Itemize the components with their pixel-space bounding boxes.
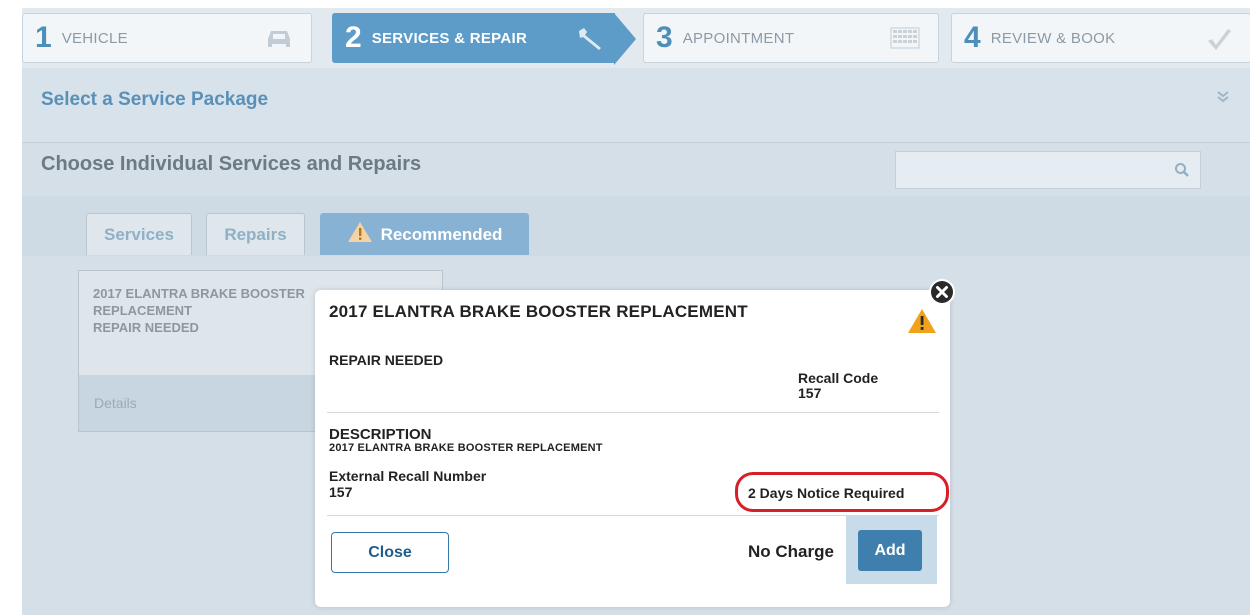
card-status: REPAIR NEEDED [93,320,199,335]
step-label: SERVICES & REPAIR [371,29,528,47]
tab-recommended[interactable]: Recommended [320,213,529,255]
search-icon[interactable] [1174,162,1190,183]
step-label: VEHICLE [61,29,128,47]
wrench-icon [576,26,606,57]
modal-title: 2017 ELANTRA BRAKE BOOSTER REPLACEMENT [329,302,748,321]
step-number: 2 [345,21,362,54]
service-tabs: Services Repairs Recommended [22,196,1250,256]
individual-services-title: Choose Individual Services and Repairs [41,153,422,175]
card-title-line: REPLACEMENT [93,303,192,318]
checkmark-icon [1206,27,1232,56]
add-button-highlight: Add [846,516,937,584]
calendar-icon [890,27,920,54]
card-title-line: 2017 ELANTRA BRAKE BOOSTER [93,286,305,301]
add-button[interactable]: Add [858,530,922,571]
step-services-repair[interactable]: 2 SERVICES & REPAIR [332,13,636,65]
external-recall-label: External Recall Number [329,468,487,484]
recall-code-label: Recall Code [798,370,879,386]
modal-close-icon[interactable] [927,277,957,307]
close-button[interactable]: Close [331,532,449,573]
divider [327,412,939,413]
price-label: No Charge [748,542,834,561]
step-label: APPOINTMENT [682,29,795,47]
tab-recommended-label: Recommended [380,224,503,244]
warning-icon [347,221,373,248]
description-value: 2017 ELANTRA BRAKE BOOSTER REPLACEMENT [329,442,603,454]
progress-stepper: 1 VEHICLE 2 SERVICES & REPAIR 3 APPOINTM… [22,8,1250,68]
repair-detail-modal: 2017 ELANTRA BRAKE BOOSTER REPLACEMENT R… [315,290,950,607]
card-text: 2017 ELANTRA BRAKE BOOSTER REPLACEMENT R… [93,285,305,336]
step-review-book[interactable]: 4 REVIEW & BOOK [951,13,1250,63]
details-link[interactable]: Details [94,395,137,411]
step-appointment[interactable]: 3 APPOINTMENT [643,13,939,63]
step-label: REVIEW & BOOK [990,29,1116,47]
car-icon [265,27,293,56]
repair-status: REPAIR NEEDED [329,352,444,368]
step-number: 3 [656,21,673,54]
recall-code-value: 157 [798,385,822,401]
tab-services[interactable]: Services [86,213,192,255]
step-number: 4 [964,21,981,54]
step-vehicle[interactable]: 1 VEHICLE [22,13,312,63]
service-package-title: Select a Service Package [41,89,269,110]
step-number: 1 [35,21,52,54]
notice-required-text: 2 Days Notice Required [748,485,905,501]
search-input[interactable] [895,151,1201,189]
service-package-bar[interactable]: Select a Service Package [22,68,1250,143]
warning-icon [907,308,937,339]
external-recall-value: 157 [329,484,353,500]
description-label: DESCRIPTION [329,426,432,443]
double-chevron-down-icon[interactable] [1216,90,1230,109]
tab-repairs[interactable]: Repairs [206,213,305,255]
